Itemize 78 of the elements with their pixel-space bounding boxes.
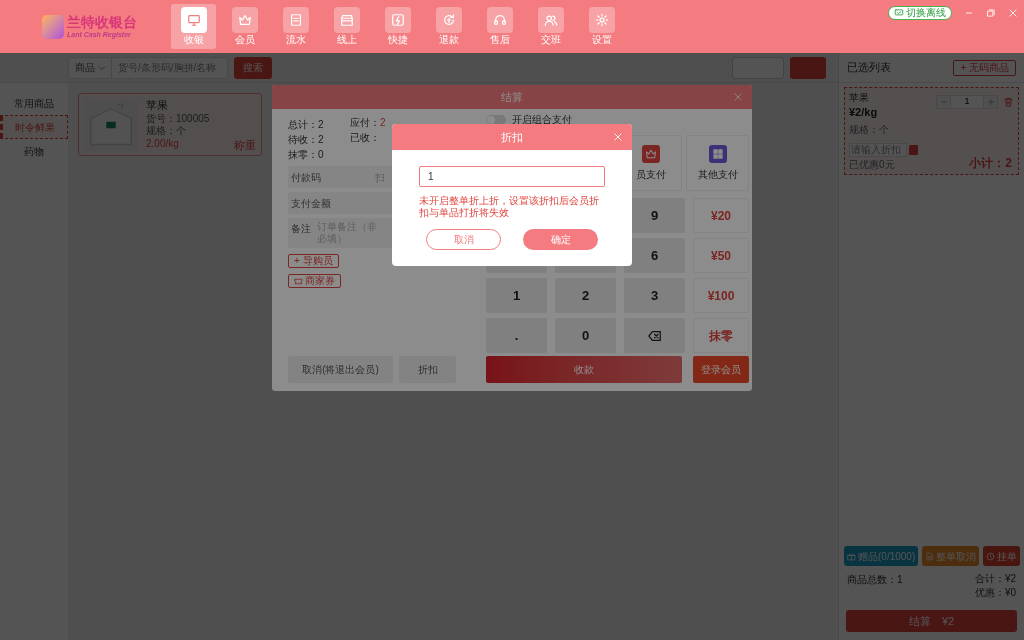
clock-icon [986,551,996,561]
summary-label: 应付： [350,116,380,130]
nav-tab[interactable]: 设置 [579,4,624,49]
product-price: 2.00/kg [146,137,180,151]
discount-button[interactable]: 折扣 [399,356,456,383]
quantity-field[interactable]: 1 [951,95,983,109]
settings-icon [594,13,609,27]
collect-payment-button[interactable]: 收款 [486,356,682,383]
ticket-icon [294,276,303,286]
keypad-key[interactable]: 2 [555,278,616,313]
summary-label: 待收： [288,133,318,147]
users-icon [543,13,558,27]
nav-tab[interactable]: 售后 [477,4,522,49]
restore-icon[interactable] [986,8,996,18]
item-name: 苹果 [849,92,869,105]
panel-title: 已选列表 [847,60,891,76]
keypad-key[interactable]: 6 [624,238,685,273]
discount-apply-icon[interactable] [909,144,918,155]
crown-icon [644,147,657,160]
member-login-button[interactable]: 登录会员 [693,356,749,383]
nav-tab[interactable]: 交班 [528,4,573,49]
close-icon[interactable] [1008,8,1018,18]
crown-icon [237,13,252,27]
cancel-member-button[interactable]: 取消(将退出会员) [288,356,393,383]
summary-label: 已收： [350,131,380,145]
keypad-key[interactable]: 0 [555,318,616,353]
summary-value: 2 [318,118,324,132]
dialog-title: 折扣 [501,129,523,145]
keypad-key[interactable]: 抹零 [693,318,749,353]
header-button[interactable] [790,56,826,79]
summary-label: 总计： [288,118,318,132]
store-icon [339,13,354,27]
keypad-key[interactable]: . [486,318,547,353]
bolt-icon [390,13,405,27]
summary-label: 抹零： [288,148,318,162]
item-subtotal: 小计：2 [969,156,1012,171]
backspace-key[interactable] [624,318,685,353]
nav-tab[interactable]: 线上 [324,4,369,49]
nav-tab[interactable]: 会员 [222,4,267,49]
tag-button[interactable]: 商家券 [288,274,341,288]
nav-tab[interactable]: 快捷 [375,4,420,49]
nav-tab[interactable]: 收银 [171,4,216,49]
trash-icon[interactable] [1003,96,1014,108]
grid-icon [711,147,724,160]
confirm-button[interactable]: 确定 [523,229,598,250]
nav-tab[interactable]: 退款 [426,4,471,49]
discount-input-field[interactable]: 1 [419,166,605,187]
logo-icon [42,14,64,39]
close-icon[interactable] [613,132,623,142]
keypad-key[interactable]: 3 [624,278,685,313]
headset-icon [492,13,507,27]
keypad-key[interactable]: 1 [486,278,547,313]
backspace-icon [645,328,664,343]
refund-icon [441,13,456,27]
keypad-key[interactable]: ¥50 [693,238,749,273]
keypad-key[interactable]: ¥20 [693,198,749,233]
increase-button[interactable] [983,95,998,109]
summary-value: 0 [318,148,324,162]
list-icon [288,13,303,27]
monitor-icon [894,8,904,18]
category-item[interactable]: 药物 [0,139,68,163]
offline-switch-button[interactable]: 切换离线 [888,6,952,20]
keypad-key[interactable]: ¥100 [693,278,749,313]
combo-pay-label: 开启组合支付 [512,115,572,125]
logo-title: 兰特收银台 [67,15,137,29]
summary-value: 2 [380,116,386,130]
monitor-icon [186,13,201,27]
total-amount: 合计：¥2 [974,572,1016,586]
tag-button[interactable]: + 导购员 [288,254,339,268]
document-icon [925,551,935,561]
gift-icon [847,551,856,561]
product-name: 苹果 [146,99,169,113]
close-icon[interactable] [733,92,743,102]
discount-amount: 优惠：¥0 [974,586,1016,600]
summary-value: 2 [318,133,324,147]
payment-method-tile[interactable]: 其他支付 [686,135,749,191]
item-price: ¥2/kg [849,105,878,120]
nav-tab[interactable]: 流水 [273,4,318,49]
